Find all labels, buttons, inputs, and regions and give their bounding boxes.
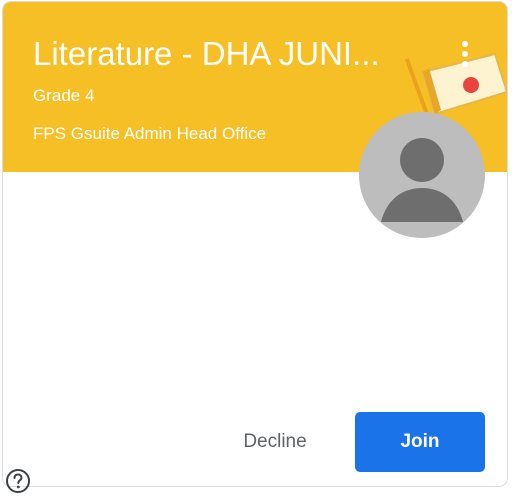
class-title[interactable]: Literature - DHA JUNI... [33, 32, 433, 76]
teacher-avatar [359, 112, 485, 238]
decline-button[interactable]: Decline [221, 412, 329, 472]
more-options-button[interactable] [449, 32, 481, 76]
class-owner: FPS Gsuite Admin Head Office [33, 124, 267, 143]
help-button[interactable] [5, 468, 31, 494]
join-button[interactable]: Join [355, 412, 485, 472]
card-actions: Decline Join [3, 412, 507, 472]
class-invitation-card: Literature - DHA JUNI... Grade 4 FPS Gsu… [2, 1, 508, 487]
class-section: Grade 4 [33, 86, 95, 105]
default-avatar-icon [359, 112, 485, 238]
help-circle-icon [6, 469, 30, 493]
more-vert-icon [462, 41, 468, 67]
